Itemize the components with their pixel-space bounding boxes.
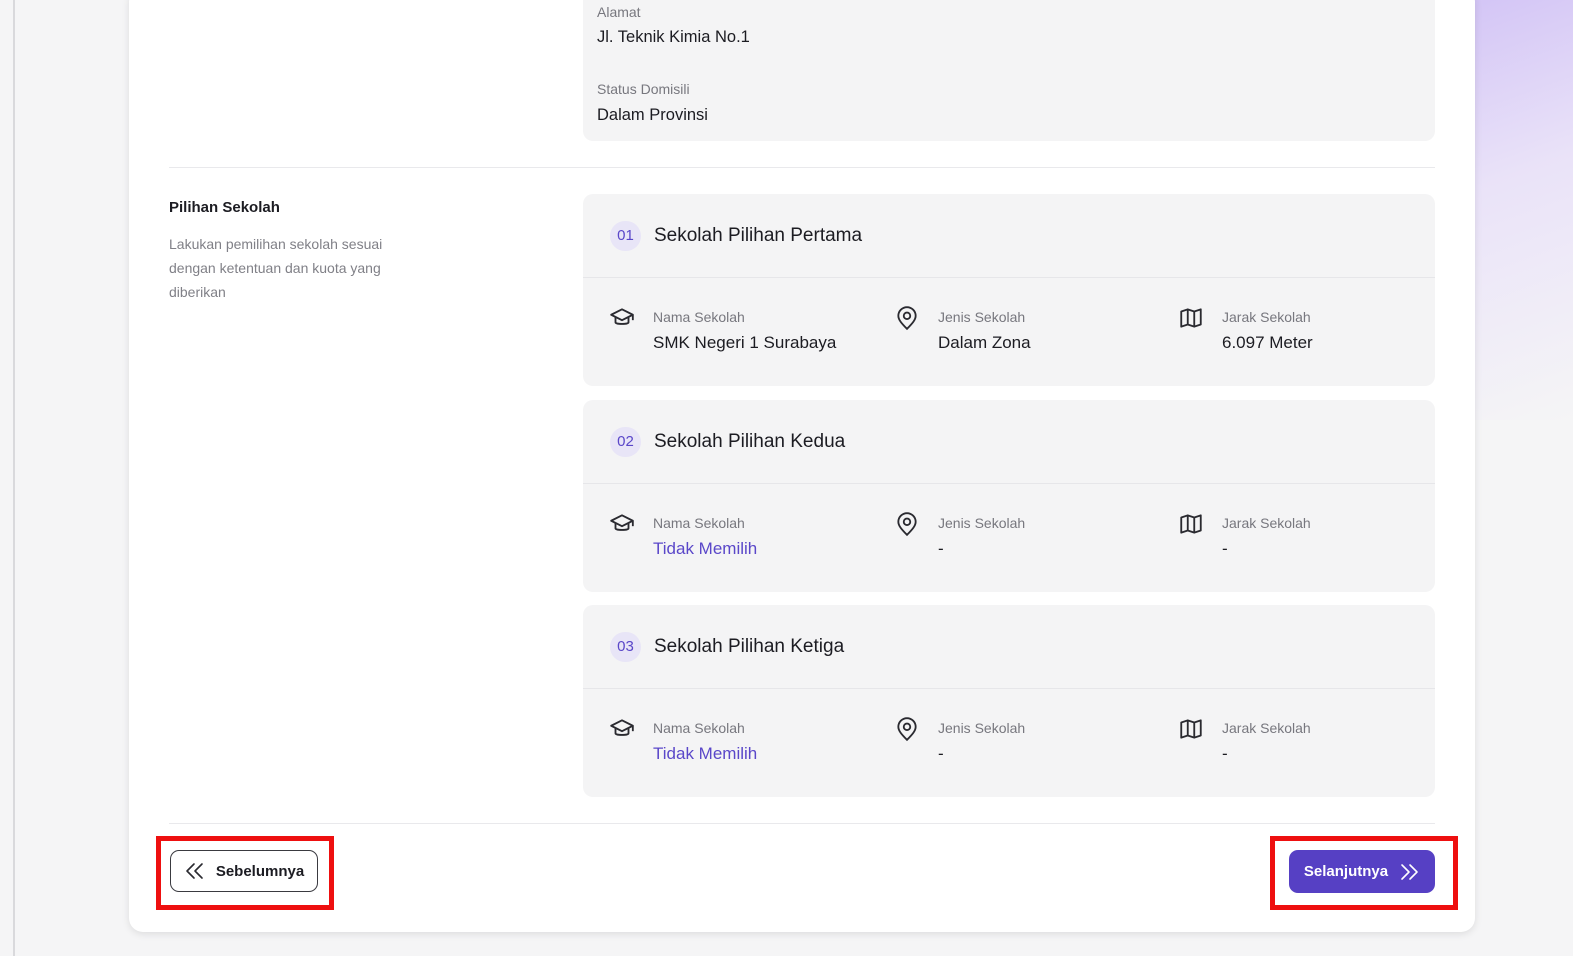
choice-number-badge: 03 — [610, 632, 641, 662]
school-choice-card: 03 Sekolah Pilihan Ketiga Nama Sekolah T… — [583, 605, 1435, 797]
school-type-label: Jenis Sekolah — [938, 720, 1026, 736]
section-description: Lakukan pemilihan sekolah sesuai dengan … — [169, 236, 383, 300]
choice-title: Sekolah Pilihan Ketiga — [654, 636, 845, 657]
school-name-value: SMK Negeri 1 Surabaya — [653, 333, 837, 352]
school-choice-card: 01 Sekolah Pilihan Pertama Nama Sekolah … — [583, 194, 1435, 386]
map-pin-icon — [897, 306, 917, 331]
map-pin-icon — [897, 512, 917, 537]
school-name-label: Nama Sekolah — [653, 515, 745, 531]
choice-header: 01 Sekolah Pilihan Pertama — [583, 194, 1435, 278]
school-choice-card: 02 Sekolah Pilihan Kedua Nama Sekolah Ti… — [583, 400, 1435, 592]
highlight-box-next — [1270, 836, 1458, 910]
school-name-label: Nama Sekolah — [653, 309, 745, 325]
section-title: Pilihan Sekolah — [169, 199, 280, 216]
school-type-value: - — [938, 539, 944, 558]
domicile-status-label: Status Domisili — [597, 81, 690, 97]
distance-value: - — [1222, 744, 1228, 763]
school-type-label: Jenis Sekolah — [938, 309, 1026, 325]
domicile-box — [583, 0, 1435, 141]
school-name-value: Tidak Memilih — [653, 744, 758, 763]
distance-value: - — [1222, 539, 1228, 558]
graduation-cap-icon — [610, 308, 634, 325]
distance-label: Jarak Sekolah — [1222, 515, 1311, 531]
graduation-cap-icon — [610, 514, 634, 531]
choice-number-badge: 01 — [610, 221, 641, 251]
school-name-value: Tidak Memilih — [653, 539, 758, 558]
choice-title: Sekolah Pilihan Pertama — [654, 225, 863, 246]
domicile-status-value: Dalam Provinsi — [597, 106, 708, 124]
distance-label: Jarak Sekolah — [1222, 309, 1311, 325]
choice-header: 03 Sekolah Pilihan Ketiga — [583, 605, 1435, 689]
choice-number-badge: 02 — [610, 427, 641, 457]
footer-divider — [169, 823, 1435, 824]
distance-value: 6.097 Meter — [1222, 333, 1313, 352]
address-value: Jl. Teknik Kimia No.1 — [597, 28, 750, 46]
choice-title: Sekolah Pilihan Kedua — [654, 431, 846, 452]
school-name-label: Nama Sekolah — [653, 720, 745, 736]
section-divider — [169, 167, 1435, 168]
map-pin-icon — [897, 717, 917, 742]
map-icon — [1180, 719, 1202, 739]
distance-label: Jarak Sekolah — [1222, 720, 1311, 736]
choice-header: 02 Sekolah Pilihan Kedua — [583, 400, 1435, 484]
map-icon — [1180, 308, 1202, 328]
page-left-edge — [13, 0, 15, 956]
graduation-cap-icon — [610, 719, 634, 736]
address-label: Alamat — [597, 4, 641, 20]
school-type-value: Dalam Zona — [938, 333, 1031, 352]
school-type-value: - — [938, 744, 944, 763]
school-type-label: Jenis Sekolah — [938, 515, 1026, 531]
map-icon — [1180, 514, 1202, 534]
highlight-box-previous — [156, 836, 334, 910]
